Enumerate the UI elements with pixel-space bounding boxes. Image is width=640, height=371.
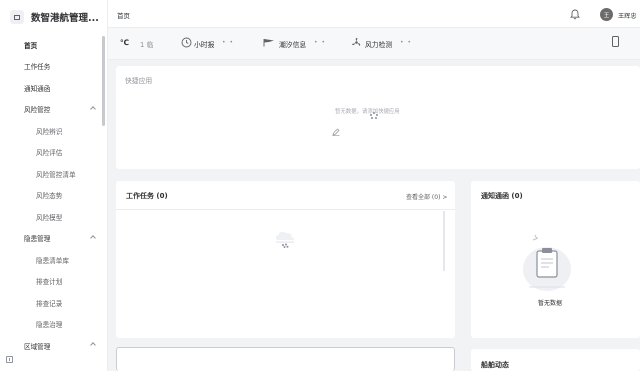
- app-root: 数智港航管理... 首页工作任务通知通函风险管控风险辨识风险评估风险管控清单 风险…: [0, 0, 640, 371]
- tide-flag-icon: [263, 39, 274, 47]
- sidebar-item-label: 首页: [24, 41, 38, 50]
- sidebar-item[interactable]: 隐患清单库: [0, 249, 104, 271]
- notices-empty-text: 暂无数据: [538, 300, 563, 307]
- empty-cloud-icon: [275, 231, 295, 248]
- sidebar-item-label: 通知通函: [24, 84, 51, 93]
- quick-apps-title: 快捷应用: [125, 77, 153, 85]
- hourly-more[interactable]: • •: [222, 39, 234, 46]
- temperature-text: 1 临: [140, 41, 154, 49]
- ship-dynamics-card: 船舶动态: [471, 349, 640, 371]
- logo-icon: [10, 10, 24, 24]
- sidebar-item[interactable]: 风险辨识: [0, 120, 104, 142]
- breadcrumb[interactable]: 首页: [117, 10, 130, 20]
- divider: [116, 209, 455, 210]
- sidebar-item-label: 区域管理: [24, 342, 51, 351]
- sidebar-item[interactable]: 通知通函: [0, 77, 104, 99]
- sidebar-item-label: 风险管控清单: [36, 170, 76, 179]
- sidebar-item-label: 隐患治理: [36, 321, 63, 330]
- sidebar-menu: 首页工作任务通知通函风险管控风险辨识风险评估风险管控清单 风险态势风险模型隐患管理…: [0, 34, 104, 357]
- bottom-left-card: [116, 347, 455, 371]
- sidebar-item-label: 排查计划: [36, 278, 63, 287]
- wind-monitor-tab[interactable]: 风力检测: [365, 39, 392, 49]
- work-tasks-title: 工作任务 (0): [126, 192, 168, 200]
- sidebar-item-label: 隐患管理: [24, 235, 51, 244]
- wind-more[interactable]: • •: [400, 39, 412, 46]
- avatar[interactable]: 王: [600, 8, 613, 21]
- clock-icon: [181, 37, 192, 48]
- sidebar-item-label: 工作任务: [24, 63, 51, 72]
- sidebar-item-label: 排查记录: [36, 299, 63, 308]
- chevron-up-icon[interactable]: [90, 105, 96, 112]
- tasks-scrollbar[interactable]: [443, 211, 445, 271]
- username[interactable]: 王辉忠: [618, 11, 637, 20]
- sidebar: 数智港航管理... 首页工作任务通知通函风险管控风险辨识风险评估风险管控清单 风险…: [0, 0, 108, 371]
- tide-more[interactable]: • •: [314, 39, 326, 46]
- sidebar-item[interactable]: 风险模型: [0, 206, 104, 228]
- quick-apps-card: 快捷应用 暂无数据，请添加快捷应用: [116, 66, 640, 169]
- sidebar-item[interactable]: 区域管理: [0, 335, 104, 357]
- sidebar-item[interactable]: 排查计划: [0, 271, 104, 293]
- sidebar-item-label: 隐患清单库: [36, 256, 69, 265]
- top-header: 首页 王 王辉忠: [108, 0, 640, 28]
- temperature-unit: ℃: [120, 38, 130, 47]
- chevron-up-icon[interactable]: [90, 342, 96, 348]
- sidebar-item-label: 风险模型: [36, 213, 63, 222]
- weather-bar: ℃ 1 临 小时报 • • 潮汐信息 • • 风力检测 • •: [108, 28, 640, 60]
- view-all-link[interactable]: 查看全部 (0) >: [406, 192, 447, 201]
- sidebar-item[interactable]: 风险态势: [0, 185, 104, 207]
- notices-card: 通知通函 (0) 暂无数据: [471, 181, 640, 338]
- sidebar-item[interactable]: 隐患管理: [0, 228, 104, 250]
- sidebar-item[interactable]: 风险评估: [0, 142, 104, 164]
- work-tasks-card: 工作任务 (0) 查看全部 (0) >: [116, 181, 455, 338]
- sidebar-item-label: 风险评估: [36, 149, 63, 158]
- sidebar-item-label: 风险管控: [24, 106, 51, 115]
- hourly-forecast-tab[interactable]: 小时报: [194, 39, 214, 49]
- sidebar-item-label: 风险态势: [36, 192, 63, 201]
- edit-icon[interactable]: [332, 128, 340, 136]
- app-title: 数智港航管理...: [31, 13, 99, 24]
- sidebar-item[interactable]: 首页: [0, 34, 104, 56]
- notices-title: 通知通函 (0): [481, 192, 523, 200]
- wind-icon: [352, 38, 361, 46]
- tide-info-tab[interactable]: 潮汐信息: [279, 39, 306, 49]
- sidebar-item[interactable]: 风险管控: [0, 99, 104, 121]
- sidebar-item-label: 风险辨识: [36, 127, 63, 136]
- quick-apps-empty-text: 暂无数据，请添加快捷应用: [335, 109, 400, 115]
- sidebar-item[interactable]: 风险管控清单: [0, 163, 104, 185]
- sidebar-scrollbar[interactable]: [102, 36, 105, 126]
- collapse-sidebar-icon[interactable]: [6, 356, 13, 363]
- sidebar-item[interactable]: 工作任务: [0, 56, 104, 78]
- sidebar-item[interactable]: 隐患治理: [0, 314, 104, 336]
- sidebar-item[interactable]: 排查记录: [0, 292, 104, 314]
- logo-row[interactable]: 数智港航管理...: [0, 0, 108, 34]
- ship-dynamics-title: 船舶动态: [481, 361, 509, 369]
- bell-icon[interactable]: [570, 9, 580, 20]
- mobile-icon[interactable]: [612, 36, 619, 47]
- chevron-up-icon[interactable]: [90, 234, 96, 241]
- empty-clipboard-icon: [523, 234, 571, 291]
